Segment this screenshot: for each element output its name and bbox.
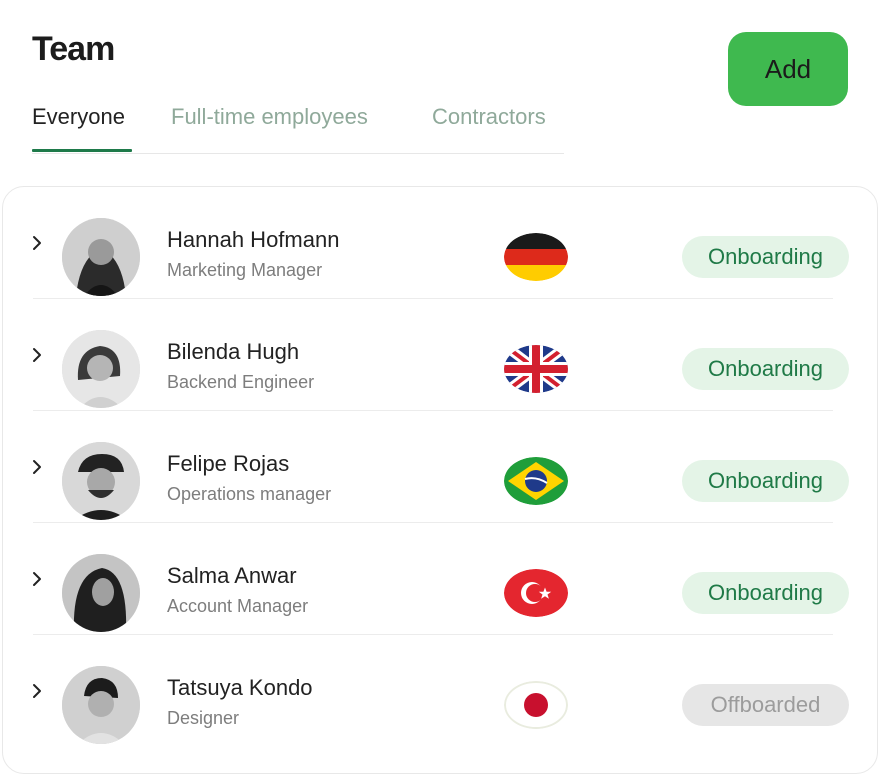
list-item[interactable]: Felipe Rojas Operations manager Onboardi… bbox=[3, 411, 877, 523]
turkey-flag-icon bbox=[504, 569, 568, 617]
tab-active-indicator bbox=[32, 149, 132, 152]
tab-everyone[interactable]: Everyone bbox=[32, 104, 125, 130]
chevron-right-icon[interactable] bbox=[29, 347, 45, 363]
member-name: Felipe Rojas bbox=[167, 451, 290, 476]
member-name: Hannah Hofmann bbox=[167, 227, 340, 252]
avatar bbox=[62, 442, 140, 520]
list-item[interactable]: Bilenda Hugh Backend Engineer Onboarding bbox=[3, 299, 877, 411]
avatar bbox=[62, 218, 140, 296]
status-badge: Onboarding bbox=[682, 348, 849, 390]
tab-contractors[interactable]: Contractors bbox=[432, 104, 546, 130]
member-name: Salma Anwar bbox=[167, 563, 297, 588]
member-role: Operations manager bbox=[167, 484, 332, 504]
uk-flag-icon bbox=[504, 345, 568, 393]
germany-flag-icon bbox=[504, 233, 568, 281]
member-role: Designer bbox=[167, 708, 240, 728]
team-list: Hannah Hofmann Marketing Manager Onboard… bbox=[2, 186, 878, 774]
member-name: Bilenda Hugh bbox=[167, 339, 300, 364]
add-button[interactable]: Add bbox=[728, 32, 848, 106]
chevron-right-icon[interactable] bbox=[29, 235, 45, 251]
member-role: Backend Engineer bbox=[167, 372, 315, 392]
status-badge: Onboarding bbox=[682, 460, 849, 502]
avatar bbox=[62, 330, 140, 408]
status-badge: Onboarding bbox=[682, 572, 849, 614]
list-item[interactable]: Hannah Hofmann Marketing Manager Onboard… bbox=[3, 187, 877, 299]
chevron-right-icon[interactable] bbox=[29, 683, 45, 699]
page-title: Team bbox=[32, 30, 115, 68]
avatar bbox=[62, 666, 140, 744]
japan-flag-icon bbox=[504, 681, 568, 729]
list-item[interactable]: Salma Anwar Account Manager Onboarding bbox=[3, 523, 877, 635]
chevron-right-icon[interactable] bbox=[29, 571, 45, 587]
avatar bbox=[62, 554, 140, 632]
tab-full-time-employees[interactable]: Full-time employees bbox=[171, 104, 368, 130]
member-role: Marketing Manager bbox=[167, 260, 323, 280]
member-role: Account Manager bbox=[167, 596, 309, 616]
chevron-right-icon[interactable] bbox=[29, 459, 45, 475]
tab-bar: Everyone Full-time employees Contractors bbox=[32, 100, 564, 154]
status-badge: Offboarded bbox=[682, 684, 849, 726]
list-item[interactable]: Tatsuya Kondo Designer Offboarded bbox=[3, 635, 877, 747]
status-badge: Onboarding bbox=[682, 236, 849, 278]
member-name: Tatsuya Kondo bbox=[167, 675, 313, 700]
brazil-flag-icon bbox=[504, 457, 568, 505]
